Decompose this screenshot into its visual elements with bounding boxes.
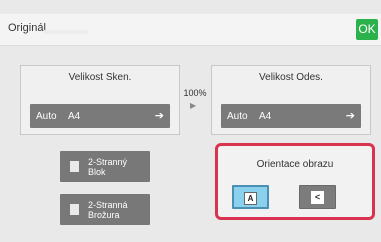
scan-size-mode: Auto xyxy=(36,111,57,122)
page-title: Originál xyxy=(8,22,46,34)
send-size-select[interactable]: Auto A4 ➔ xyxy=(221,104,361,128)
two-sided-booklet-line1: 2-Stranná xyxy=(88,200,128,210)
landscape-orientation-button[interactable]: < xyxy=(299,185,336,209)
image-orientation-panel: Orientace obrazu A < xyxy=(215,143,375,220)
send-size-label: Velikost Odes. xyxy=(259,72,323,83)
play-right-icon: ▶ xyxy=(190,101,197,110)
two-sided-booklet-line2: Brožura xyxy=(88,210,120,220)
two-sided-block-line2: Blok xyxy=(88,167,106,177)
scan-size-value: A4 xyxy=(68,111,81,122)
original-settings-screen: Originál OK Velikost Sken. Auto A4 ➔ 100… xyxy=(0,0,381,242)
arrow-right-icon: ➔ xyxy=(345,110,355,122)
scan-size-select[interactable]: Auto A4 ➔ xyxy=(30,104,170,128)
send-size-mode: Auto xyxy=(227,111,248,122)
landscape-orientation-icon: < xyxy=(311,190,324,204)
two-sided-booklet-button[interactable]: 2-Stranná Brožura xyxy=(60,194,150,225)
send-size-value: A4 xyxy=(259,111,272,122)
ok-button[interactable]: OK xyxy=(356,19,378,40)
two-sided-block-button[interactable]: 2-Stranný Blok xyxy=(60,151,150,182)
portrait-orientation-icon: A xyxy=(244,191,257,205)
booklet-icon xyxy=(70,204,79,215)
portrait-orientation-button[interactable]: A xyxy=(232,185,269,209)
image-orientation-label: Orientace obrazu xyxy=(256,159,334,170)
arrow-right-icon: ➔ xyxy=(154,110,164,122)
two-sided-block-line1: 2-Stranný xyxy=(88,157,128,167)
title-underline-decoration xyxy=(44,30,88,34)
scan-size-label: Velikost Sken. xyxy=(68,72,132,83)
zoom-ratio: 100% xyxy=(183,88,207,98)
book-icon xyxy=(70,161,79,172)
